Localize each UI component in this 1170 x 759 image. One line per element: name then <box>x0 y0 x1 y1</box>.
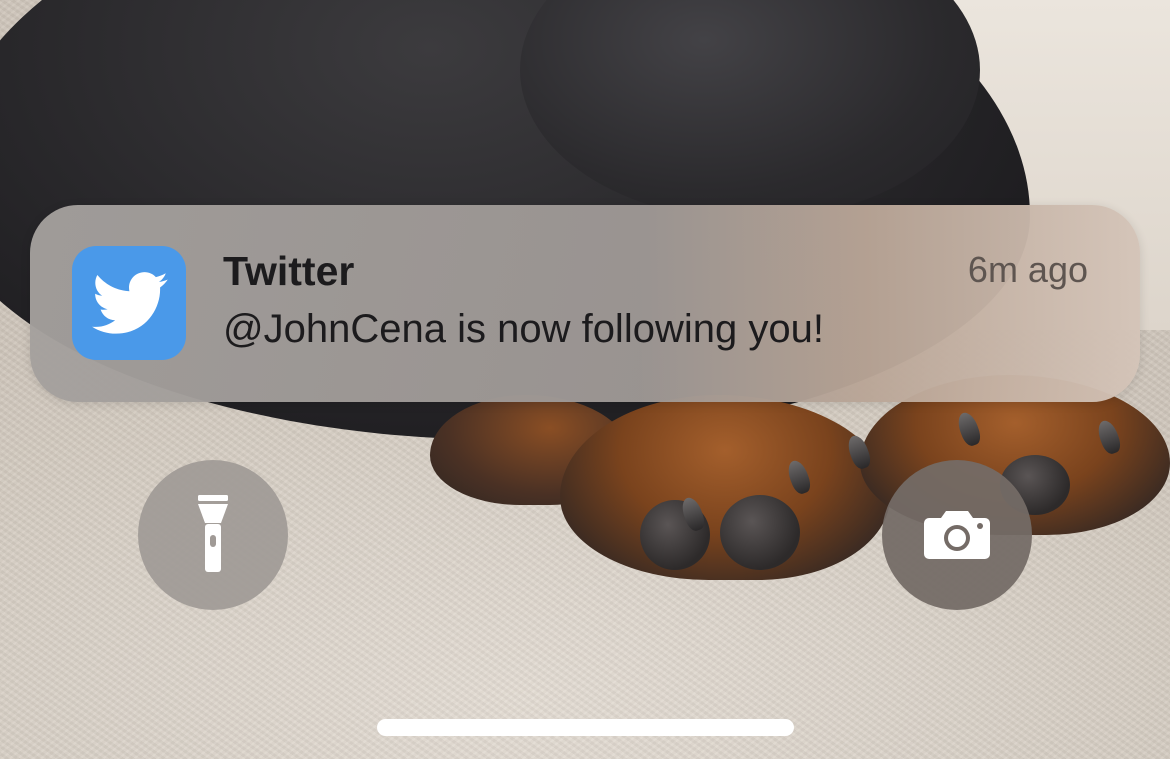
camera-button[interactable] <box>882 460 1032 610</box>
home-indicator[interactable] <box>377 719 794 736</box>
twitter-notification[interactable]: Twitter @JohnCena is now following you! … <box>30 205 1140 402</box>
camera-icon <box>924 511 990 559</box>
notification-app-name: Twitter <box>223 248 355 294</box>
twitter-app-icon <box>72 246 186 360</box>
flashlight-button[interactable] <box>138 460 288 610</box>
twitter-bird-icon <box>92 272 168 334</box>
notification-timestamp: 6m ago <box>967 249 1088 290</box>
notification-message: @JohnCena is now following you! <box>223 307 824 351</box>
flashlight-icon <box>198 495 228 572</box>
dog-toe <box>720 495 800 570</box>
